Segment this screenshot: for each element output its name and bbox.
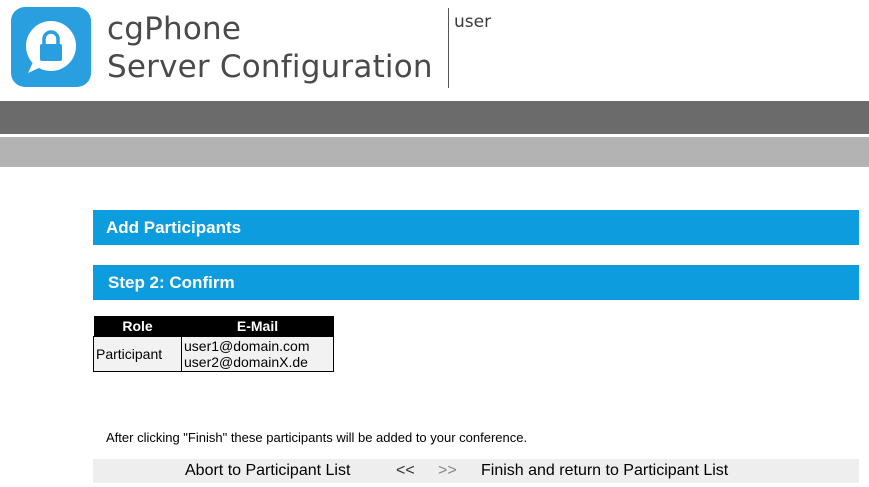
top-nav-bar	[0, 101, 869, 134]
column-header-email: E-Mail	[181, 316, 334, 337]
info-text: After clicking "Finish" these participan…	[106, 430, 528, 445]
sub-nav-bar	[0, 137, 869, 167]
email-value: user2@domainX.de	[184, 354, 308, 370]
abort-link[interactable]: Abort to Participant List	[185, 459, 350, 483]
app-logo	[11, 7, 91, 87]
participants-table: Role E-Mail Participant user1@domain.com…	[93, 316, 334, 372]
title-divider	[448, 8, 449, 88]
table-header-row: Role E-Mail	[93, 316, 334, 337]
table-row: Participant user1@domain.com user2@domai…	[93, 336, 334, 372]
email-value: user1@domain.com	[184, 338, 310, 354]
section-header-add-participants: Add Participants	[93, 210, 859, 245]
chat-lock-icon	[26, 21, 76, 73]
app-title: cgPhone Server Configuration	[107, 10, 433, 86]
finish-link[interactable]: Finish and return to Participant List	[481, 459, 728, 483]
page: cgPhone Server Configuration user Add Pa…	[0, 0, 869, 487]
section-header-step: Step 2: Confirm	[93, 265, 859, 300]
column-header-role: Role	[93, 316, 182, 337]
previous-step-link[interactable]: <<	[396, 459, 415, 483]
app-name: cgPhone	[107, 11, 242, 47]
app-subtitle: Server Configuration	[107, 49, 433, 85]
role-cell: Participant	[93, 336, 182, 372]
wizard-nav-bar: Abort to Participant List << >> Finish a…	[93, 459, 859, 483]
next-step-link[interactable]: >>	[438, 459, 457, 483]
user-label: user	[454, 12, 492, 32]
email-cell: user1@domain.com user2@domainX.de	[181, 336, 334, 372]
